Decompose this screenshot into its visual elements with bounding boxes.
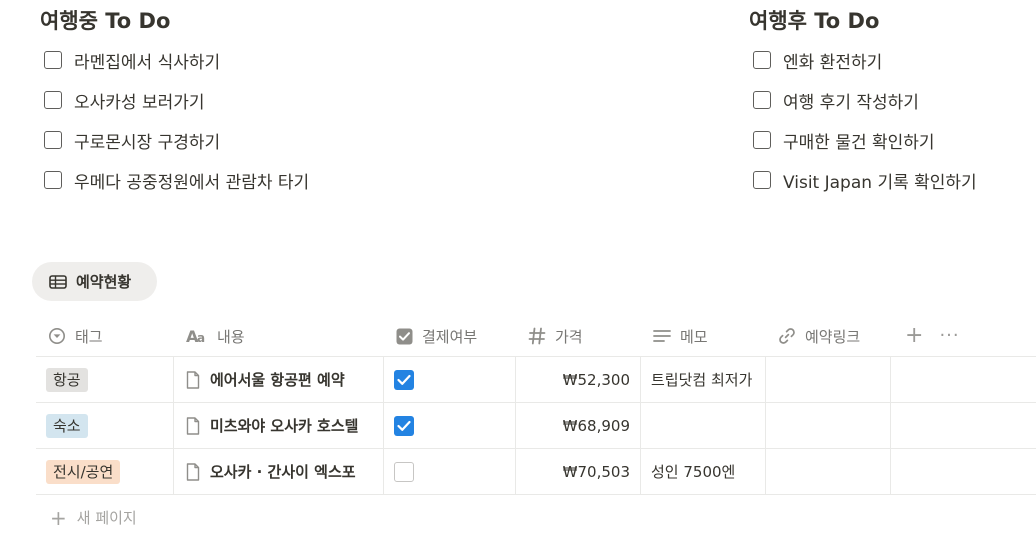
svg-text:a: a	[197, 331, 205, 344]
todo-label[interactable]: 오사카성 보러가기	[74, 88, 205, 113]
tag-cell[interactable]: 전시/공연	[36, 449, 174, 494]
column-header-label: 결제여부	[422, 327, 478, 346]
todo-item: 여행 후기 작성하기	[749, 80, 1036, 120]
page-title: 미츠와야 오사카 호스텔	[210, 417, 359, 435]
todo-checkbox[interactable]	[753, 131, 771, 149]
link-cell[interactable]	[766, 403, 891, 448]
tag-chip: 숙소	[46, 413, 88, 438]
todo-item: 우메다 공중정원에서 관람차 타기	[40, 160, 460, 200]
table-icon	[49, 274, 67, 289]
tag-chip: 항공	[46, 367, 88, 392]
tag-chip: 전시/공연	[46, 459, 121, 484]
price-cell[interactable]: ₩52,300	[516, 357, 641, 402]
paid-checkbox[interactable]	[394, 461, 414, 482]
empty-cell	[891, 403, 1036, 448]
paid-cell	[384, 449, 516, 494]
todo-label[interactable]: 구매한 물건 확인하기	[783, 128, 935, 153]
todo-checkbox[interactable]	[753, 51, 771, 69]
add-property-button[interactable]: +	[905, 325, 923, 347]
todo-label[interactable]: 엔화 환전하기	[783, 48, 882, 73]
column-header-label: 가격	[555, 327, 583, 346]
todo-checkbox[interactable]	[44, 91, 62, 109]
column-header-tag[interactable]: 태그	[36, 316, 174, 356]
link-icon	[779, 328, 795, 344]
todo-checkbox[interactable]	[44, 171, 62, 189]
column-header-content[interactable]: A a 내용	[174, 316, 384, 356]
todo-label[interactable]: Visit Japan 기록 확인하기	[783, 168, 977, 193]
page-icon	[186, 462, 200, 481]
todo-item: 엔화 환전하기	[749, 40, 1036, 80]
page-icon	[186, 416, 200, 435]
todo-after-heading: 여행후 To Do	[749, 9, 880, 33]
paid-checkbox[interactable]	[394, 369, 414, 390]
todo-checkbox[interactable]	[44, 51, 62, 69]
paid-cell	[384, 403, 516, 448]
column-header-label: 태그	[75, 327, 103, 346]
todo-after-trip: 여행후 To Do 엔화 환전하기 여행 후기 작성하기 구매한 물건 확인하기…	[749, 0, 1036, 200]
memo-cell[interactable]: 성인 7500엔	[641, 449, 766, 494]
plus-icon: +	[50, 505, 67, 530]
memo-cell[interactable]	[641, 403, 766, 448]
column-header-link[interactable]: 예약링크	[766, 316, 891, 356]
new-page-label: 새 페이지	[76, 509, 137, 527]
more-options-button[interactable]: ···	[939, 327, 959, 345]
table-row: 전시/공연 오사카 · 간사이 엑스포 ₩70,503 성인 7500엔	[36, 449, 1036, 495]
column-header-memo[interactable]: 메모	[641, 316, 766, 356]
todo-label[interactable]: 우메다 공중정원에서 관람차 타기	[74, 168, 309, 193]
lines-icon	[653, 330, 671, 342]
page-title: 에어서울 항공편 예약	[210, 371, 345, 389]
todo-label[interactable]: 여행 후기 작성하기	[783, 88, 919, 113]
todo-item: Visit Japan 기록 확인하기	[749, 160, 1036, 200]
text-aa-icon: A a	[186, 328, 205, 344]
todo-checkbox[interactable]	[753, 91, 771, 109]
checkbox-icon	[396, 328, 413, 344]
table-row: 항공 에어서울 항공편 예약 ₩52,300 트립닷컴 최저가	[36, 357, 1036, 403]
column-header-label: 예약링크	[805, 327, 861, 346]
todo-item: 라멘집에서 식사하기	[40, 40, 460, 80]
todo-item: 오사카성 보러가기	[40, 80, 460, 120]
new-page-button[interactable]: + 새 페이지	[36, 495, 1036, 540]
table-row: 숙소 미츠와야 오사카 호스텔 ₩68,909	[36, 403, 1036, 449]
content-cell[interactable]: 에어서울 항공편 예약	[174, 357, 384, 402]
content-cell[interactable]: 미츠와야 오사카 호스텔	[174, 403, 384, 448]
page-icon	[186, 370, 200, 389]
todo-item: 구로몬시장 구경하기	[40, 120, 460, 160]
empty-cell	[891, 357, 1036, 402]
todo-during-trip: 여행중 To Do 라멘집에서 식사하기 오사카성 보러가기 구로몬시장 구경하…	[40, 0, 460, 200]
todo-label[interactable]: 구로몬시장 구경하기	[74, 128, 220, 153]
checkmark-icon	[397, 374, 411, 385]
link-cell[interactable]	[766, 449, 891, 494]
column-header-label: 메모	[680, 327, 708, 346]
todo-item: 구매한 물건 확인하기	[749, 120, 1036, 160]
paid-cell	[384, 357, 516, 402]
price-cell[interactable]: ₩68,909	[516, 403, 641, 448]
page-title: 오사카 · 간사이 엑스포	[210, 463, 356, 481]
column-header-paid[interactable]: 결제여부	[384, 316, 516, 356]
todo-checkbox[interactable]	[44, 131, 62, 149]
table-header: 태그 A a 내용 결제여부 가격 메모 예약링크 + ···	[36, 316, 1036, 357]
todo-label[interactable]: 라멘집에서 식사하기	[74, 48, 220, 73]
memo-cell[interactable]: 트립닷컴 최저가	[641, 357, 766, 402]
select-icon	[49, 328, 65, 344]
todo-checkbox[interactable]	[753, 171, 771, 189]
tag-cell[interactable]: 숙소	[36, 403, 174, 448]
empty-cell	[891, 449, 1036, 494]
checkmark-icon	[397, 420, 411, 431]
link-cell[interactable]	[766, 357, 891, 402]
paid-checkbox[interactable]	[394, 415, 414, 436]
number-hash-icon	[528, 327, 546, 345]
column-header-label: 내용	[217, 327, 245, 346]
column-header-price[interactable]: 가격	[516, 316, 641, 356]
price-cell[interactable]: ₩70,503	[516, 449, 641, 494]
todo-during-heading: 여행중 To Do	[40, 9, 171, 33]
header-actions: + ···	[891, 316, 960, 356]
tag-cell[interactable]: 항공	[36, 357, 174, 402]
view-tab-reservations[interactable]: 예약현황	[32, 262, 157, 301]
view-tab-label: 예약현황	[76, 273, 132, 291]
reservation-table: 태그 A a 내용 결제여부 가격 메모 예약링크 + ··· 항공 에어서울 …	[36, 316, 1036, 540]
content-cell[interactable]: 오사카 · 간사이 엑스포	[174, 449, 384, 494]
